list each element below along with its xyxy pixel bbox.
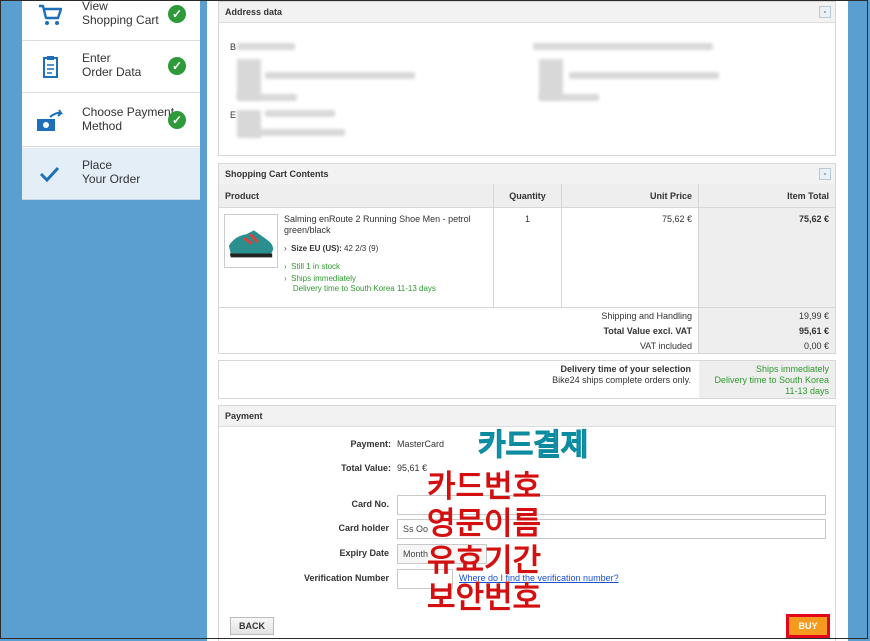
card-number-label: Card No. <box>351 499 389 509</box>
delivery-panel: Delivery time of your selection Bike24 sh… <box>218 360 836 399</box>
delivery-time-value: Ships immediately Delivery time to South … <box>699 361 835 398</box>
table-row: Salming enRoute 2 Running Shoe Men - pet… <box>219 208 494 308</box>
vat-value: 0,00 € <box>803 341 829 351</box>
annotation-expiry: 유효기간 <box>427 543 542 579</box>
expiry-date-label: Expiry Date <box>339 548 389 558</box>
product-image[interactable] <box>224 214 278 268</box>
check-icon: ✓ <box>168 111 186 129</box>
product-name[interactable]: Salming enRoute 2 Running Shoe Men - pet… <box>284 214 484 236</box>
step-label: Place Your Order <box>82 158 141 186</box>
total-excl-vat-label: Total Value excl. VAT <box>603 326 692 336</box>
annotation-card-payment: 카드결제 <box>477 428 589 464</box>
annotation-english-name: 영문이름 <box>427 506 542 542</box>
shipping-label: Shipping and Handling <box>601 311 692 321</box>
step-label: Choose Payment Method <box>82 105 175 133</box>
check-icon: ✓ <box>168 57 186 75</box>
item-quantity: 1 <box>494 208 562 308</box>
checkmark-icon <box>39 166 60 183</box>
address-prefix: E <box>230 110 237 120</box>
summary-labels: Shipping and Handling Total Value excl. … <box>219 308 699 353</box>
payment-title: Payment <box>225 411 263 421</box>
cart-panel: Shopping Cart Contents - Product Quantit… <box>218 163 836 354</box>
back-button[interactable]: BACK <box>230 617 274 635</box>
vat-label: VAT included <box>639 341 692 351</box>
summary-values: 19,99 € 95,61 € 0,00 € <box>699 308 835 353</box>
shipping-value: 19,99 € <box>798 311 829 321</box>
step-label: View Shopping Cart <box>82 0 159 27</box>
header-quantity: Quantity <box>494 184 562 208</box>
step-place-order[interactable]: Place Your Order <box>22 148 200 200</box>
stock-info: › Still 1 in stock <box>284 262 341 271</box>
step-view-cart[interactable]: View Shopping Cart ✓ <box>22 0 200 41</box>
address-title: Address data <box>225 7 283 17</box>
collapse-icon[interactable]: - <box>819 6 831 18</box>
payment-method-value: MasterCard <box>397 439 445 449</box>
card-holder-label: Card holder <box>338 523 389 533</box>
payment-method-label: Payment: <box>350 439 391 449</box>
shipping-info: › Ships immediately Delivery time to Sou… <box>284 274 436 293</box>
verification-number-label: Verification Number <box>303 573 389 583</box>
total-value-label: Total Value: <box>341 463 391 473</box>
header-product: Product <box>219 184 494 208</box>
item-total: 75,62 € <box>699 208 835 308</box>
total-excl-vat-value: 95,61 € <box>798 326 829 336</box>
cart-title: Shopping Cart Contents <box>225 169 329 179</box>
shoe-icon <box>228 230 274 258</box>
delivery-info: Delivery time of your selection Bike24 sh… <box>552 364 691 385</box>
total-value: 95,61 € <box>397 463 428 473</box>
annotation-security-code: 보안번호 <box>427 580 542 616</box>
product-size: › Size EU (US): 42 2/3 (9) <box>284 244 379 253</box>
annotation-card-number: 카드번호 <box>427 469 542 505</box>
address-prefix: B <box>230 42 237 52</box>
collapse-icon[interactable]: - <box>819 168 831 180</box>
step-label: Enter Order Data <box>82 51 142 79</box>
step-payment-method[interactable]: Choose Payment Method ✓ <box>22 95 200 147</box>
header-unit-price: Unit Price <box>562 184 699 208</box>
clipboard-icon <box>43 56 58 78</box>
check-icon: ✓ <box>168 5 186 23</box>
header-item-total: Item Total <box>699 184 835 208</box>
cart-icon <box>39 4 63 25</box>
address-panel: Address data - B E <box>218 1 836 156</box>
item-unit-price: 75,62 € <box>562 208 699 308</box>
payment-icon <box>37 109 64 131</box>
checkout-steps: View Shopping Cart ✓ Enter Order Data ✓ Ch… <box>22 0 200 200</box>
step-order-data[interactable]: Enter Order Data ✓ <box>22 41 200 93</box>
buy-button[interactable]: BUY <box>786 614 830 638</box>
